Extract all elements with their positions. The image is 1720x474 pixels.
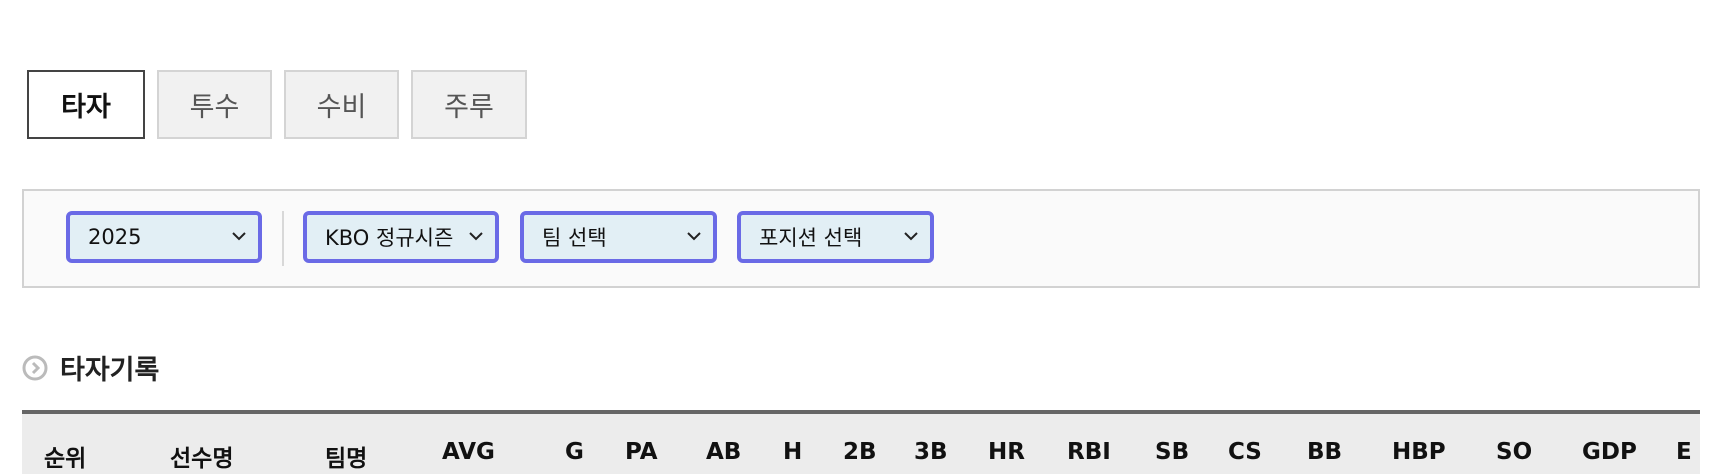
team-select-value: 팀 선택 — [542, 226, 607, 250]
column-header-3b[interactable]: 3B — [914, 439, 948, 465]
record-type-tabs: 타자 투수 수비 주루 — [27, 70, 527, 139]
column-header-g[interactable]: G — [565, 439, 584, 465]
column-header-cs[interactable]: CS — [1228, 439, 1262, 465]
tab-pitcher[interactable]: 투수 — [157, 70, 272, 139]
column-header-pa[interactable]: PA — [625, 439, 658, 465]
tab-defense[interactable]: 수비 — [284, 70, 399, 139]
column-header-sb[interactable]: SB — [1155, 439, 1189, 465]
column-header-team[interactable]: 팀명 — [325, 439, 367, 473]
chevron-down-icon — [469, 232, 483, 241]
column-header-2b[interactable]: 2B — [843, 439, 877, 465]
column-header-hr[interactable]: HR — [988, 439, 1025, 465]
chevron-down-icon — [904, 232, 918, 241]
position-select-value: 포지션 선택 — [759, 226, 863, 250]
year-select[interactable]: 2025 — [66, 211, 262, 263]
column-header-gdp[interactable]: GDP — [1582, 439, 1637, 465]
column-header-avg[interactable]: AVG — [442, 439, 495, 465]
filter-bar: 2025 KBO 정규시즌 팀 선택 포지션 선택 — [22, 189, 1700, 288]
column-header-so[interactable]: SO — [1496, 439, 1532, 465]
circle-chevron-right-icon — [22, 355, 48, 380]
column-header-bb[interactable]: BB — [1307, 439, 1342, 465]
chevron-down-icon — [687, 232, 701, 241]
season-select-value: KBO 정규시즌 — [325, 226, 454, 250]
column-header-rank[interactable]: 순위 — [44, 439, 86, 473]
chevron-down-icon — [232, 232, 246, 241]
section-title: 타자기록 — [60, 355, 160, 386]
stats-table-header: 순위 선수명 팀명 AVG G PA AB H 2B 3B HR RBI SB … — [22, 410, 1700, 474]
column-header-rbi[interactable]: RBI — [1067, 439, 1111, 465]
position-select[interactable]: 포지션 선택 — [737, 211, 934, 263]
filter-divider — [282, 211, 284, 266]
section-heading: 타자기록 — [22, 348, 159, 387]
column-header-e[interactable]: E — [1676, 439, 1692, 465]
column-header-player[interactable]: 선수명 — [170, 439, 233, 473]
tab-baserunning[interactable]: 주루 — [411, 70, 527, 139]
team-select[interactable]: 팀 선택 — [520, 211, 717, 263]
column-header-h[interactable]: H — [783, 439, 802, 465]
column-header-hbp[interactable]: HBP — [1392, 439, 1446, 465]
tab-batter[interactable]: 타자 — [27, 70, 145, 139]
year-select-value: 2025 — [88, 225, 142, 249]
column-header-ab[interactable]: AB — [706, 439, 741, 465]
season-select[interactable]: KBO 정규시즌 — [303, 211, 499, 263]
